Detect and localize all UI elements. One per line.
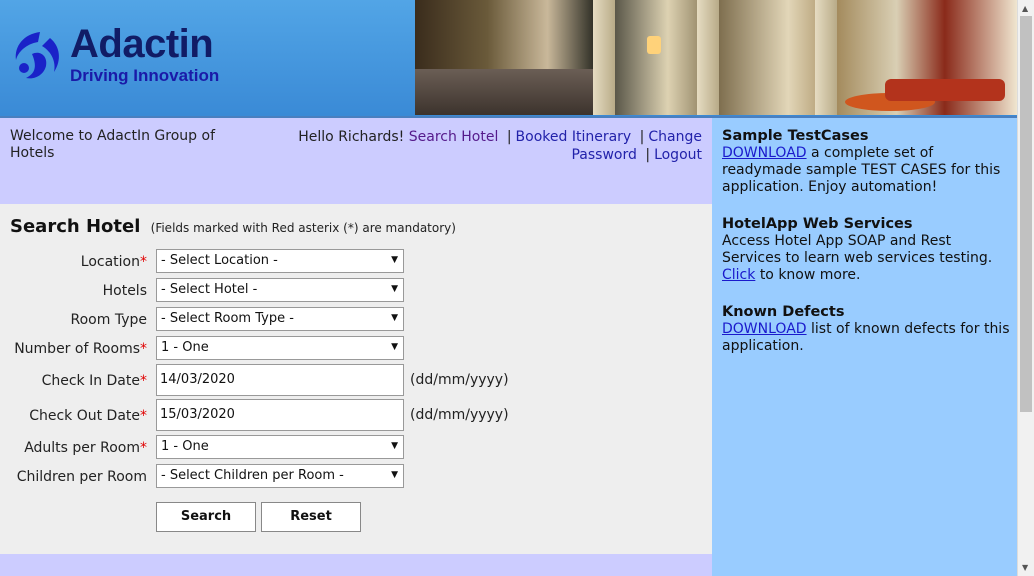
number-of-rooms-label: Number of Rooms*: [14, 341, 147, 357]
webservices-text: Access Hotel App SOAP and Rest Services …: [722, 233, 993, 266]
adults-select[interactable]: 1 - One ▼: [156, 435, 404, 459]
adactin-logo-icon: [15, 32, 59, 79]
testcases-title: Sample TestCases: [722, 128, 869, 144]
hotels-row: Hotels - Select Hotel - ▼: [0, 278, 712, 304]
check-out-input[interactable]: 15/03/2020: [156, 399, 404, 431]
search-button[interactable]: Search: [156, 502, 256, 532]
required-marker: *: [140, 408, 147, 424]
defects-section: Known Defects DOWNLOAD list of known def…: [722, 304, 1012, 355]
webservices-title: HotelApp Web Services: [722, 216, 913, 232]
dropdown-arrow-icon: ▼: [391, 470, 398, 480]
testcases-section: Sample TestCases DOWNLOAD a complete set…: [722, 128, 1012, 196]
dropdown-arrow-icon: ▼: [391, 313, 398, 323]
welcome-text: Welcome to AdactIn Group of Hotels: [10, 128, 215, 161]
children-select[interactable]: - Select Children per Room - ▼: [156, 464, 404, 488]
required-marker: *: [140, 373, 147, 389]
check-in-label: Check In Date*: [41, 373, 147, 389]
defects-title: Known Defects: [722, 304, 845, 320]
logo-subtitle: Driving Innovation: [70, 66, 220, 85]
required-marker: *: [140, 440, 147, 456]
top-nav: Hello Richards! Search Hotel | Booked Iti…: [282, 128, 702, 164]
location-label: Location*: [80, 254, 147, 270]
room-type-row: Room Type - Select Room Type - ▼: [0, 307, 712, 333]
nav-separator: |: [645, 147, 651, 163]
check-in-row: Check In Date* 14/03/2020 (dd/mm/yyyy): [0, 364, 712, 396]
hotels-label: Hotels: [102, 283, 147, 299]
webservices-click-link[interactable]: Click: [722, 267, 755, 283]
scroll-up-icon[interactable]: ▲: [1022, 4, 1028, 13]
webservices-text-after: to know more.: [759, 267, 861, 283]
required-marker: *: [140, 341, 147, 357]
scrollbar-thumb[interactable]: [1020, 16, 1032, 412]
children-row: Children per Room - Select Children per …: [0, 464, 712, 490]
greeting-text: Hello Richards!: [298, 129, 405, 145]
scroll-down-icon[interactable]: ▼: [1022, 563, 1028, 572]
page-scrollbar[interactable]: ▲ ▼: [1017, 0, 1034, 576]
search-hotel-link[interactable]: Search Hotel: [409, 129, 499, 145]
nav-separator: |: [506, 129, 512, 145]
adults-row: Adults per Room* 1 - One ▼: [0, 435, 712, 461]
required-marker: *: [140, 254, 147, 270]
logo-title: Adactin: [70, 22, 214, 66]
reset-button[interactable]: Reset: [261, 502, 361, 532]
room-type-select[interactable]: - Select Room Type - ▼: [156, 307, 404, 331]
form-title: Search Hotel: [10, 216, 141, 237]
check-in-input[interactable]: 14/03/2020: [156, 364, 404, 396]
testcases-download-link[interactable]: DOWNLOAD: [722, 145, 807, 161]
webservices-section: HotelApp Web Services Access Hotel App S…: [722, 216, 1012, 284]
form-mandatory-note: (Fields marked with Red asterix (*) are …: [150, 221, 456, 235]
check-in-format-hint: (dd/mm/yyyy): [410, 372, 509, 388]
defects-download-link[interactable]: DOWNLOAD: [722, 321, 807, 337]
location-select[interactable]: - Select Location - ▼: [156, 249, 404, 273]
dropdown-arrow-icon: ▼: [391, 255, 398, 265]
location-row: Location* - Select Location - ▼: [0, 249, 712, 275]
search-hotel-form: Search Hotel (Fields marked with Red ast…: [0, 204, 712, 554]
adults-label: Adults per Room*: [24, 440, 147, 456]
hotels-select[interactable]: - Select Hotel - ▼: [156, 278, 404, 302]
site-header: Adactin Driving Innovation: [0, 0, 1017, 118]
check-out-row: Check Out Date* 15/03/2020 (dd/mm/yyyy): [0, 399, 712, 431]
children-label: Children per Room: [16, 469, 147, 485]
footer-band: [0, 554, 712, 576]
dropdown-arrow-icon: ▼: [391, 342, 398, 352]
nav-separator: |: [639, 129, 645, 145]
dropdown-arrow-icon: ▼: [391, 441, 398, 451]
welcome-band: Welcome to AdactIn Group of Hotels Hello…: [0, 118, 712, 204]
right-info-panel: Sample TestCases DOWNLOAD a complete set…: [712, 118, 1017, 576]
check-out-label: Check Out Date*: [29, 408, 147, 424]
number-of-rooms-select[interactable]: 1 - One ▼: [156, 336, 404, 360]
logout-link[interactable]: Logout: [654, 147, 702, 163]
room-type-label: Room Type: [70, 312, 147, 328]
form-title-row: Search Hotel (Fields marked with Red ast…: [10, 216, 456, 237]
hotel-banner-image: [415, 0, 1017, 115]
dropdown-arrow-icon: ▼: [391, 284, 398, 294]
check-out-format-hint: (dd/mm/yyyy): [410, 407, 509, 423]
booked-itinerary-link[interactable]: Booked Itinerary: [516, 129, 632, 145]
logo: Adactin Driving Innovation: [10, 22, 240, 88]
number-of-rooms-row: Number of Rooms* 1 - One ▼: [0, 336, 712, 362]
